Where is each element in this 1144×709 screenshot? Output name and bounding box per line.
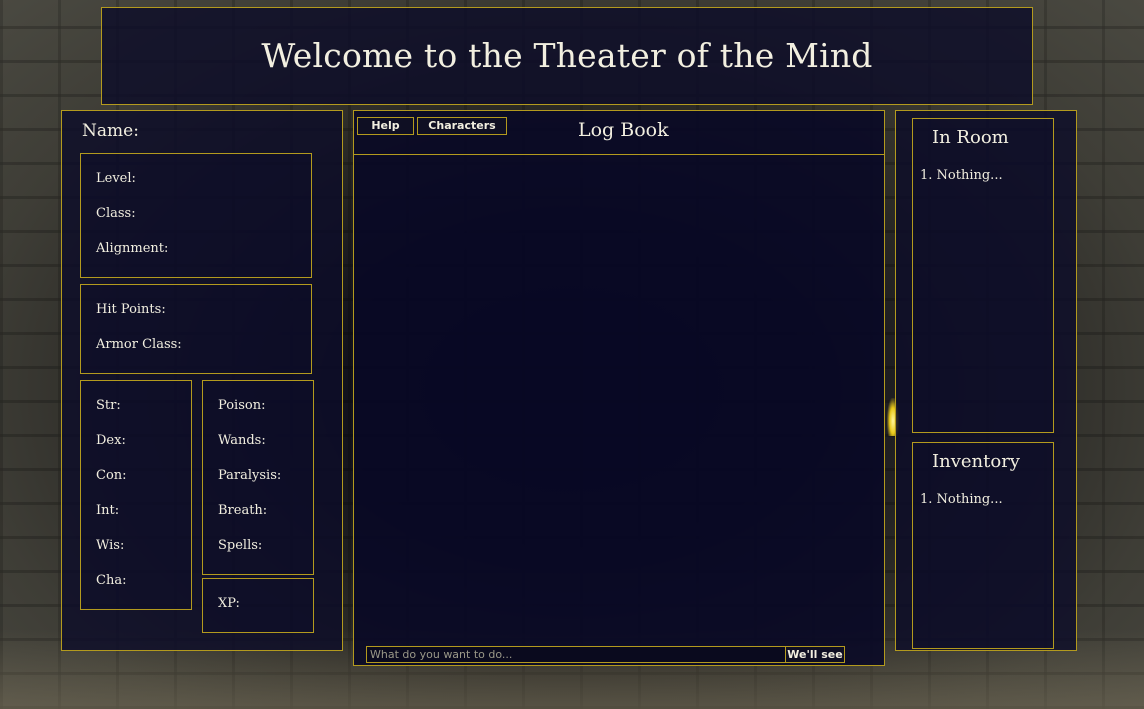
int-label: Int: <box>96 503 120 518</box>
character-info-box: Level: Class: Alignment: <box>80 153 312 278</box>
paralysis-label: Paralysis: <box>218 468 282 483</box>
poison-label: Poison: <box>218 398 266 413</box>
submit-button[interactable]: We'll see <box>785 646 845 663</box>
command-input[interactable] <box>366 646 786 663</box>
spells-label: Spells: <box>218 538 263 553</box>
help-button[interactable]: Help <box>357 117 414 135</box>
log-book-panel: Help Characters Log Book We'll see <box>353 110 885 666</box>
log-book-title: Log Book <box>578 119 669 141</box>
name-label: Name: <box>82 121 139 141</box>
saving-throws-box: Poison: Wands: Paralysis: Breath: Spells… <box>202 380 314 575</box>
class-label: Class: <box>96 206 136 221</box>
cha-label: Cha: <box>96 573 127 588</box>
alignment-label: Alignment: <box>96 241 169 256</box>
level-label: Level: <box>96 171 136 186</box>
room-inventory-panel: In Room 1. Nothing... Inventory 1. Nothi… <box>895 110 1077 651</box>
abilities-box: Str: Dex: Con: Int: Wis: Cha: <box>80 380 192 610</box>
breath-label: Breath: <box>218 503 268 518</box>
title-banner: Welcome to the Theater of the Mind <box>101 7 1033 105</box>
str-label: Str: <box>96 398 121 413</box>
combat-box: Hit Points: Armor Class: <box>80 284 312 374</box>
page-title: Welcome to the Theater of the Mind <box>261 36 873 75</box>
log-book-header: Help Characters Log Book <box>354 111 884 155</box>
wands-label: Wands: <box>218 433 266 448</box>
con-label: Con: <box>96 468 127 483</box>
hit-points-label: Hit Points: <box>96 302 166 317</box>
characters-button[interactable]: Characters <box>417 117 507 135</box>
list-item: 1. Nothing... <box>920 492 1003 507</box>
xp-label: XP: <box>218 596 240 611</box>
character-sheet: Name: Level: Class: Alignment: Hit Point… <box>61 110 343 651</box>
armor-class-label: Armor Class: <box>96 337 182 352</box>
list-item: 1. Nothing... <box>920 168 1003 183</box>
inventory-box: Inventory 1. Nothing... <box>912 442 1054 649</box>
in-room-title: In Room <box>932 127 1009 148</box>
wis-label: Wis: <box>96 538 125 553</box>
in-room-box: In Room 1. Nothing... <box>912 118 1054 433</box>
dex-label: Dex: <box>96 433 126 448</box>
inventory-title: Inventory <box>932 451 1020 472</box>
log-area[interactable] <box>354 155 884 645</box>
xp-box: XP: <box>202 578 314 633</box>
